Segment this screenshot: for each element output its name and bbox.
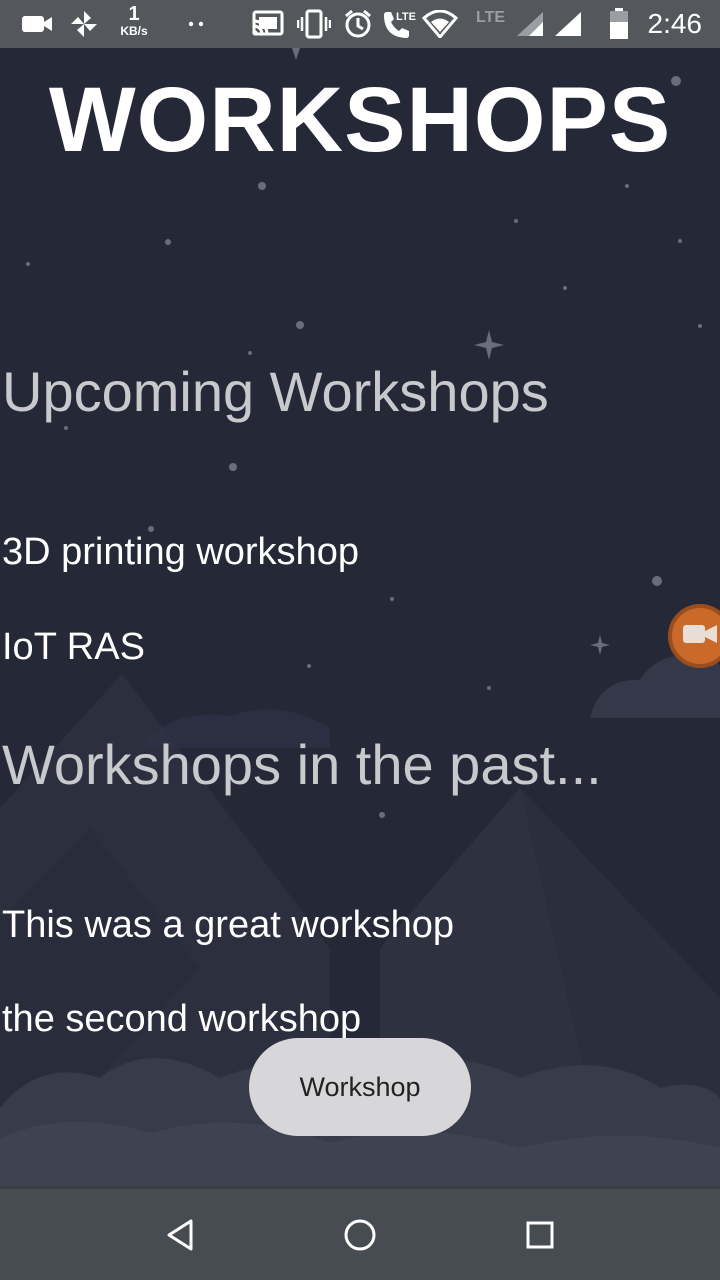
home-icon <box>343 1218 377 1257</box>
past-workshops-heading: Workshops in the past... <box>2 733 602 796</box>
status-bar: 1 KB/s LTE LTE 2:46 <box>0 0 720 48</box>
vibrate-icon <box>296 8 332 40</box>
dots-icon <box>186 8 208 40</box>
workshop-toast-chip[interactable]: Workshop <box>249 1038 471 1136</box>
volte-call-icon: LTE <box>380 8 420 40</box>
past-workshop-item[interactable]: This was a great workshop <box>2 903 454 947</box>
page-title: WORKSHOPS <box>48 69 672 171</box>
recents-icon <box>525 1220 555 1255</box>
battery-icon <box>606 8 632 40</box>
recents-button[interactable] <box>512 1209 568 1265</box>
back-icon <box>165 1218 195 1257</box>
network-speed-value: 1 <box>128 3 140 25</box>
pinwheel-icon <box>68 8 100 40</box>
network-speed: 1 KB/s <box>114 4 154 38</box>
video-camera-icon <box>20 8 54 40</box>
navigation-bar <box>0 1186 720 1280</box>
upcoming-workshop-item[interactable]: IoT RAS <box>2 625 145 669</box>
signal-icon <box>514 8 546 40</box>
svg-text:LTE: LTE <box>396 11 416 23</box>
video-camera-icon <box>682 622 718 651</box>
signal-icon <box>552 8 584 40</box>
alarm-icon <box>342 8 374 40</box>
status-bar-time: 2:46 <box>647 8 703 39</box>
back-button[interactable] <box>152 1209 208 1265</box>
past-workshop-item[interactable]: the second workshop <box>2 997 361 1041</box>
cast-icon <box>250 8 286 40</box>
upcoming-workshop-item[interactable]: 3D printing workshop <box>2 530 359 574</box>
lte-label: LTE <box>476 9 506 26</box>
home-button[interactable] <box>332 1209 388 1265</box>
upcoming-workshops-heading: Upcoming Workshops <box>2 360 549 423</box>
network-speed-unit: KB/s <box>120 24 148 38</box>
wifi-icon <box>422 8 458 40</box>
